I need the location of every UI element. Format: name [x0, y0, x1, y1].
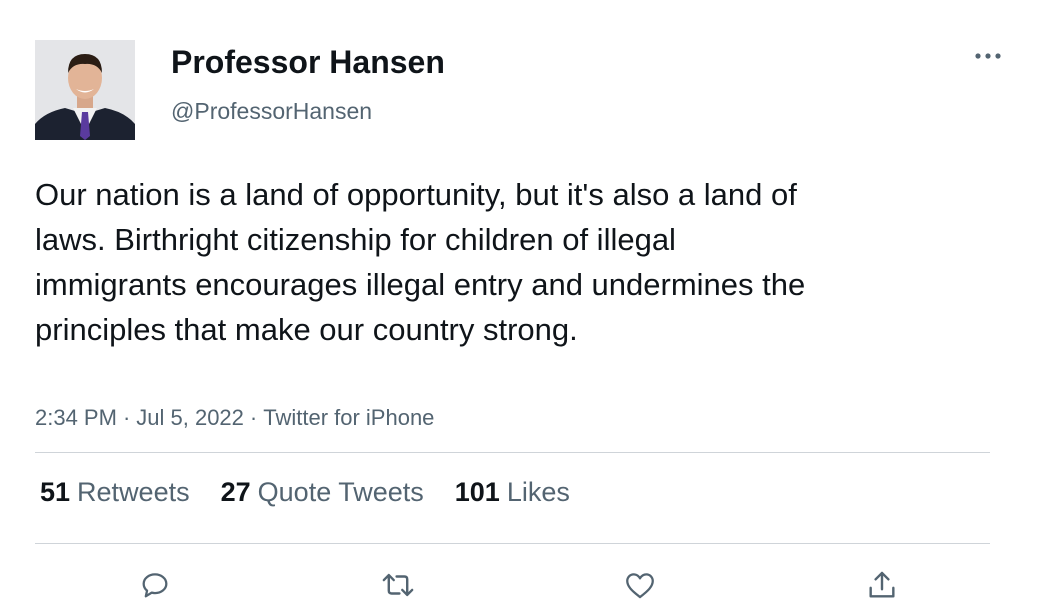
like-button[interactable]: [620, 565, 660, 605]
retweets-count: 51: [40, 477, 71, 507]
tweet-text: Our nation is a land of opportunity, but…: [35, 177, 806, 347]
divider: [35, 452, 990, 453]
tweet-card: Professor Hansen @ProfessorHansen Our na…: [0, 0, 1050, 615]
retweets-stat[interactable]: 51 Retweets: [40, 477, 190, 508]
tweet-time[interactable]: 2:34 PM: [35, 405, 117, 430]
likes-count: 101: [454, 477, 500, 507]
author-name[interactable]: Professor Hansen: [171, 44, 445, 81]
quote-tweets-label: Quote Tweets: [257, 477, 424, 507]
share-icon: [869, 571, 895, 598]
more-options-button[interactable]: [966, 44, 1010, 68]
retweet-icon: [382, 573, 414, 597]
reply-icon: [142, 573, 168, 598]
retweets-label: Retweets: [77, 477, 190, 507]
likes-label: Likes: [506, 477, 570, 507]
share-button[interactable]: [862, 565, 902, 605]
divider: [35, 543, 990, 544]
meta-separator: ·: [249, 405, 258, 430]
more-dots-icon: [975, 53, 1001, 59]
likes-stat[interactable]: 101 Likes: [455, 477, 570, 508]
retweet-button[interactable]: [378, 565, 418, 605]
heart-icon: [626, 573, 654, 599]
meta-separator: ·: [122, 405, 131, 430]
tweet-metadata: 2:34 PM · Jul 5, 2022 · Twitter for iPhone: [35, 405, 434, 431]
quote-tweets-stat[interactable]: 27 Quote Tweets: [221, 477, 424, 508]
tweet-source[interactable]: Twitter for iPhone: [263, 405, 434, 430]
avatar[interactable]: [35, 40, 135, 140]
quote-tweets-count: 27: [220, 477, 251, 507]
author-handle[interactable]: @ProfessorHansen: [171, 98, 372, 125]
reply-button[interactable]: [135, 565, 175, 605]
tweet-date[interactable]: Jul 5, 2022: [136, 405, 244, 430]
avatar-photo: [35, 40, 135, 140]
engagement-stats: 51 Retweets 27 Quote Tweets 101 Likes: [40, 477, 601, 508]
